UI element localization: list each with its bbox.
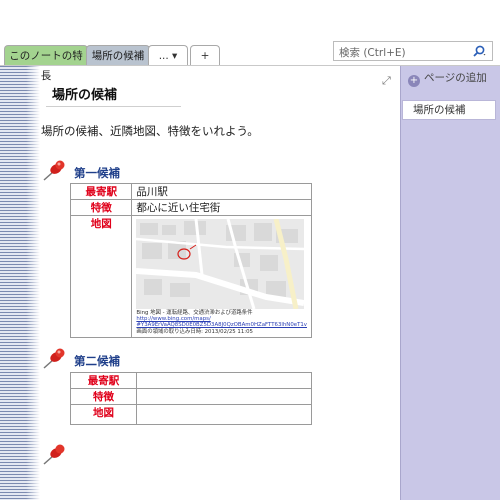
features-label: 特徴 [70,388,137,405]
title-underline [46,106,181,107]
add-page-icon: + [408,75,420,87]
map-image[interactable] [136,219,305,309]
pushpin-icon [43,160,65,181]
features-value[interactable]: 都心に近い住宅街 [131,199,312,216]
tab-notebook-features[interactable]: このノートの特長 [4,45,88,82]
expand-icon[interactable]: ⤢ [382,75,392,86]
pushpin-icon [43,444,65,465]
features-value[interactable] [136,388,312,405]
search-placeholder: 検索 (Ctrl+E) [339,47,406,59]
nearest-station-value[interactable] [136,372,312,389]
pushpin-icon [43,348,65,369]
tab-add-section[interactable]: + [190,45,220,66]
nearest-station-label: 最寄駅 [69,183,133,200]
map-label: 地図 [69,215,133,338]
page-list-item[interactable]: 場所の候補 [402,100,496,120]
map-cell[interactable]: Bing 地図 - 運転経路、交通渋滞および道路条件 http://www.bi… [131,215,312,338]
top-bar: このノートの特長 場所の候補 ... ▾ + 検索 (Ctrl+E) [0,0,500,82]
tab-more-dropdown[interactable]: ... ▾ [148,45,188,66]
map-link-query[interactable]: #Y3A9ErVaAQ8SD0E0BZ5D3A8J0QzOBAm0HZaFTT6… [136,322,307,328]
notebook-binder-strip [0,66,40,500]
page-list-divider [400,66,401,500]
map-cell[interactable] [136,404,312,425]
search-input[interactable]: 検索 (Ctrl+E) [333,41,493,61]
page-title[interactable]: 場所の候補 [52,84,117,103]
nearest-station-label: 最寄駅 [70,372,137,389]
nearest-station-value[interactable]: 品川駅 [131,183,312,200]
features-label: 特徴 [69,199,133,216]
table-row: 地図 [70,404,312,425]
table-row: 最寄駅 [70,372,312,389]
table-row: 最寄駅 品川駅 [69,183,312,200]
candidate-table: 最寄駅 特徴 地図 [70,372,312,425]
candidate-heading[interactable]: 第二候補 [74,353,120,369]
map-caption: Bing 地図 - 運転経路、交通渋滞および道路条件 http://www.bi… [136,310,307,337]
add-page-button[interactable]: + ページの追加 [408,70,487,88]
map-capture-date: 画面の領域の取り込み日時: 2013/02/25 11:05 [136,328,253,335]
search-icon[interactable] [472,44,486,58]
intro-text[interactable]: 場所の候補、近隣地図、特徴をいれよう。 [41,123,259,139]
map-drawing [136,219,305,309]
candidate-table: 最寄駅 品川駅 特徴 都心に近い住宅街 地図 Bing 地図 - 運転経路、交通… [69,183,312,338]
tab-location-candidates[interactable]: 場所の候補 [86,45,150,66]
table-row: 特徴 [70,388,312,405]
table-row: 特徴 都心に近い住宅街 [69,199,312,216]
table-row: 地図 [69,215,312,338]
page-list-panel: + ページの追加 [400,66,500,500]
add-page-label: ページの追加 [424,72,487,84]
map-label: 地図 [70,404,137,425]
candidate-heading[interactable]: 第一候補 [74,165,120,181]
